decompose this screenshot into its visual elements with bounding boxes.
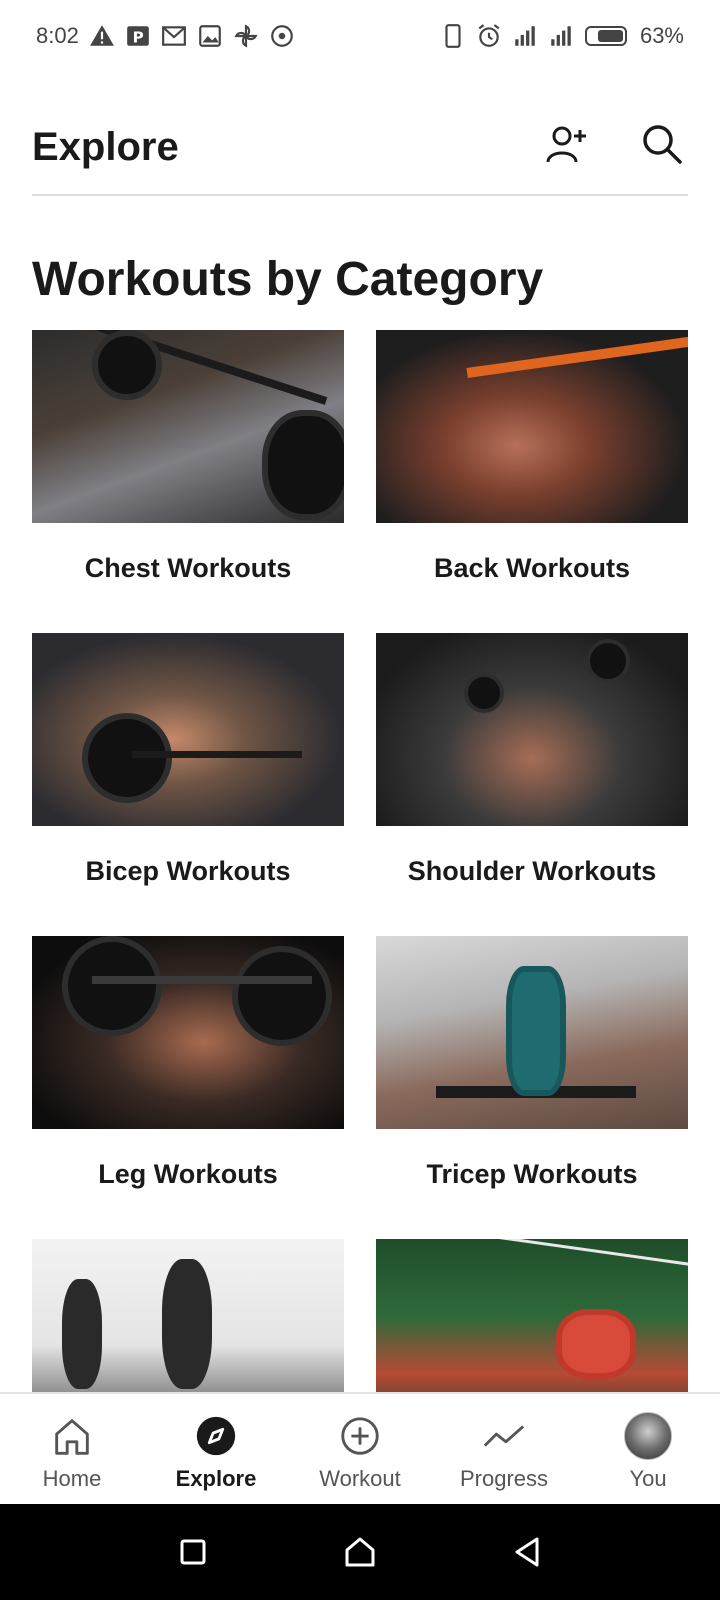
nav-workout[interactable]: Workout [288, 1394, 432, 1504]
svg-text:P: P [132, 29, 143, 47]
signal-icon [512, 23, 538, 49]
category-card-bicep[interactable]: Bicep Workouts [32, 633, 344, 936]
category-card-chest[interactable]: Chest Workouts [32, 330, 344, 633]
home-icon [48, 1412, 96, 1460]
category-label: Tricep Workouts [426, 1159, 638, 1189]
signal-icon [548, 23, 574, 49]
nav-label: Progress [459, 1466, 549, 1491]
status-right: 63% [440, 23, 684, 49]
back-icon [515, 1537, 539, 1567]
category-label: Shoulder Workouts [407, 856, 657, 886]
image-icon [197, 23, 223, 49]
nav-label: Workout [319, 1466, 401, 1491]
nav-explore[interactable]: Explore [144, 1394, 288, 1504]
leg-workout-photo [32, 936, 344, 1129]
section-title: Workouts by Category [32, 253, 544, 306]
bicep-workout-photo [32, 633, 344, 826]
add-friend-button[interactable] [540, 118, 592, 170]
page-title: Explore [32, 124, 179, 169]
nav-label: Home [42, 1466, 102, 1491]
back-button[interactable] [503, 1528, 551, 1576]
category-card-back[interactable]: Back Workouts [376, 330, 688, 633]
add-person-icon [546, 126, 586, 163]
home-icon [345, 1537, 375, 1567]
back-workout-photo [376, 330, 688, 523]
status-bar: 8:02 P 63% [0, 0, 720, 72]
search-button[interactable] [636, 118, 688, 170]
battery-percent: 63% [639, 23, 684, 48]
tricep-workout-photo [376, 936, 688, 1129]
chest-workout-photo [32, 330, 344, 523]
search-icon [643, 125, 682, 164]
avatar [624, 1412, 672, 1460]
system-home-button[interactable] [336, 1528, 384, 1576]
category-label: Bicep Workouts [85, 856, 291, 886]
nav-you[interactable]: You [576, 1394, 720, 1504]
status-left: 8:02 P [36, 23, 295, 49]
app-header: Explore [32, 100, 688, 196]
status-time: 8:02 [36, 23, 79, 48]
trend-icon [480, 1412, 528, 1460]
plus-circle-icon [336, 1412, 384, 1460]
header-actions [540, 118, 688, 170]
recents-icon [180, 1539, 206, 1565]
battery-icon [584, 23, 630, 49]
target-icon [269, 23, 295, 49]
category-label: Back Workouts [433, 553, 631, 583]
category-label: Leg Workouts [98, 1159, 278, 1189]
warning-icon [89, 23, 115, 49]
system-nav-bar [0, 1504, 720, 1600]
nav-progress[interactable]: Progress [432, 1394, 576, 1504]
nav-label: You [629, 1466, 667, 1491]
pinwheel-icon [233, 23, 259, 49]
alarm-icon [476, 23, 502, 49]
recents-button[interactable] [169, 1528, 217, 1576]
category-card-shoulder[interactable]: Shoulder Workouts [376, 633, 688, 936]
category-label: Chest Workouts [84, 553, 292, 583]
shoulder-workout-photo [376, 633, 688, 826]
compass-icon [192, 1412, 240, 1460]
category-grid: Chest Workouts Back Workouts Bicep Worko… [32, 330, 688, 1542]
phone-icon [440, 23, 466, 49]
nav-home[interactable]: Home [0, 1394, 144, 1504]
gmail-icon [161, 23, 187, 49]
category-card-tricep[interactable]: Tricep Workouts [376, 936, 688, 1239]
nav-label: Explore [175, 1466, 257, 1491]
bottom-nav: Home Explore Workout Progress You [0, 1392, 720, 1504]
parking-icon: P [125, 23, 151, 49]
category-card-leg[interactable]: Leg Workouts [32, 936, 344, 1239]
